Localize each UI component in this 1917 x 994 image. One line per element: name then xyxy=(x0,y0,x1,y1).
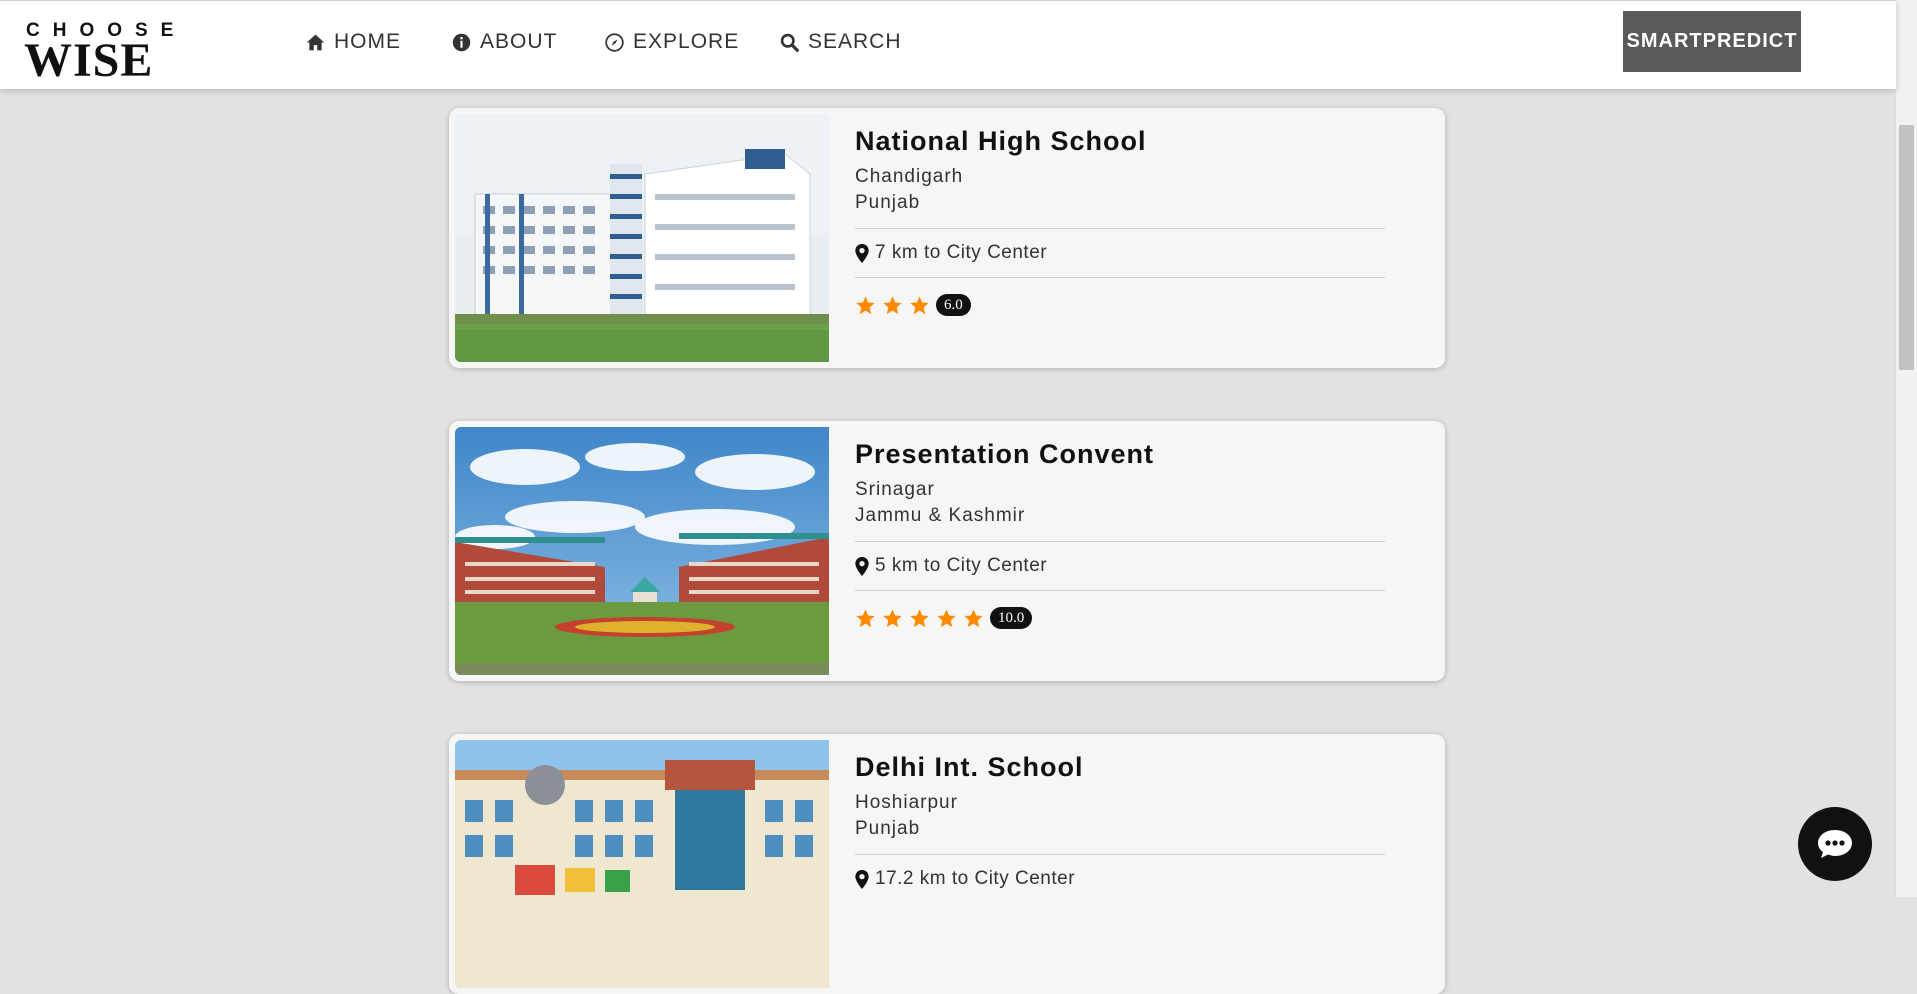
home-icon xyxy=(306,34,325,50)
nav-search-label: SEARCH xyxy=(808,30,902,53)
school-photo[interactable] xyxy=(455,427,829,675)
rating-row: 6.0 xyxy=(855,294,1385,316)
search-icon xyxy=(780,33,799,52)
school-card[interactable]: Delhi Int. School Hoshiarpur Punjab 17.2… xyxy=(449,734,1445,994)
school-city: Srinagar xyxy=(855,479,935,500)
nav-about[interactable]: ABOUT xyxy=(451,27,557,57)
star-icon xyxy=(910,295,929,314)
top-navbar: CHOOSE WISE HOME ABOUT EXPLORE SEARCH SM… xyxy=(0,0,1896,89)
divider xyxy=(855,590,1385,591)
map-marker-icon xyxy=(855,556,869,576)
divider xyxy=(855,277,1385,278)
divider xyxy=(855,228,1385,229)
divider xyxy=(855,541,1385,542)
score-badge: 6.0 xyxy=(936,294,971,316)
school-state: Jammu & Kashmir xyxy=(855,505,1026,526)
chat-button[interactable] xyxy=(1798,807,1872,881)
star-icon xyxy=(883,608,902,627)
school-name[interactable]: Delhi Int. School xyxy=(855,750,1385,784)
logo-bottom-text: WISE xyxy=(24,34,154,87)
chat-bubble-icon xyxy=(1818,830,1852,858)
compass-icon xyxy=(605,32,624,52)
school-card[interactable]: National High School Chandigarh Punjab 7… xyxy=(449,108,1445,368)
star-icon xyxy=(964,608,983,627)
school-info: Presentation Convent Srinagar Jammu & Ka… xyxy=(855,437,1385,629)
star-icon xyxy=(856,608,875,627)
star-icon xyxy=(937,608,956,627)
star-icon xyxy=(883,295,902,314)
distance-text: 5 km to City Center xyxy=(875,555,1048,576)
distance-row: 5 km to City Center xyxy=(855,554,1385,578)
distance-row: 7 km to City Center xyxy=(855,241,1385,265)
scrollbar-thumb[interactable] xyxy=(1899,125,1914,370)
distance-text: 17.2 km to City Center xyxy=(875,868,1076,889)
divider xyxy=(855,854,1385,855)
nav-home[interactable]: HOME xyxy=(305,27,401,57)
school-photo[interactable] xyxy=(455,740,829,988)
nav-home-label: HOME xyxy=(334,30,401,53)
nav-search[interactable]: SEARCH xyxy=(779,27,902,57)
school-photo[interactable] xyxy=(455,114,829,362)
school-state: Punjab xyxy=(855,192,921,213)
star-icon xyxy=(856,295,875,314)
nav-explore[interactable]: EXPLORE xyxy=(604,27,739,57)
map-marker-icon xyxy=(855,243,869,263)
smartpredict-button[interactable]: SMARTPREDICT xyxy=(1623,11,1801,72)
distance-row: 17.2 km to City Center xyxy=(855,867,1385,891)
rating-row: 10.0 xyxy=(855,607,1385,629)
school-city: Hoshiarpur xyxy=(855,792,958,813)
school-name[interactable]: National High School xyxy=(855,124,1385,158)
nav-explore-label: EXPLORE xyxy=(633,30,740,53)
school-state: Punjab xyxy=(855,818,921,839)
choosewise-logo[interactable]: CHOOSE WISE xyxy=(24,21,238,87)
nav-about-label: ABOUT xyxy=(480,30,558,53)
distance-text: 7 km to City Center xyxy=(875,242,1048,263)
page-scrollbar[interactable] xyxy=(1895,0,1917,897)
school-name[interactable]: Presentation Convent xyxy=(855,437,1385,471)
info-icon xyxy=(452,33,471,51)
school-info: Delhi Int. School Hoshiarpur Punjab 17.2… xyxy=(855,750,1385,891)
school-city: Chandigarh xyxy=(855,166,964,187)
score-badge: 10.0 xyxy=(990,607,1033,629)
map-marker-icon xyxy=(855,869,869,889)
star-icon xyxy=(910,608,929,627)
school-info: National High School Chandigarh Punjab 7… xyxy=(855,124,1385,316)
school-card[interactable]: Presentation Convent Srinagar Jammu & Ka… xyxy=(449,421,1445,681)
